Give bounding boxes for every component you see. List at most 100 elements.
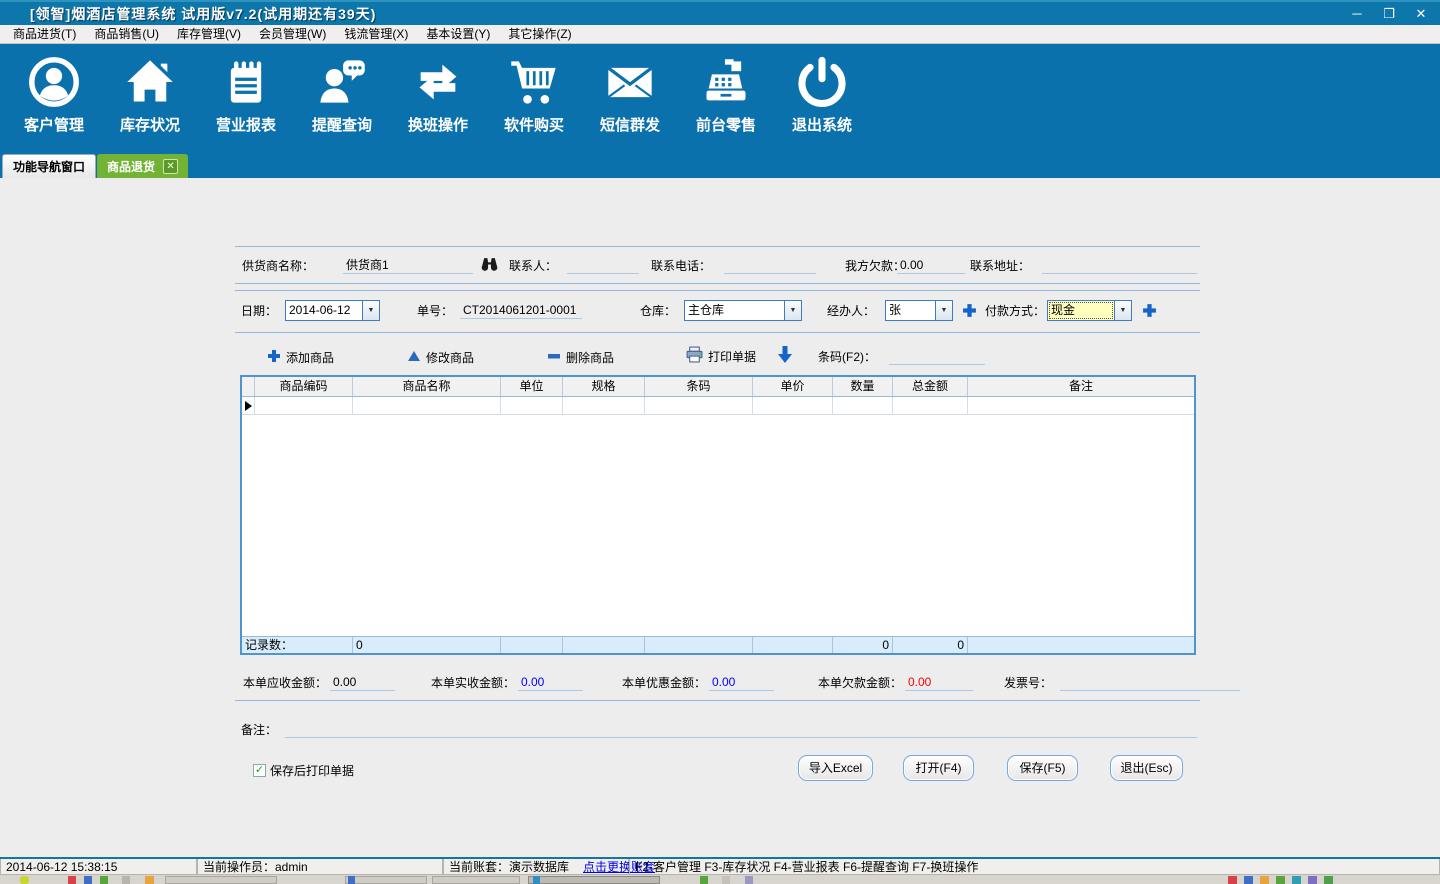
taskbar-icon[interactable] xyxy=(100,876,108,884)
taskbar-icon[interactable] xyxy=(84,876,92,884)
menu-item-inventory[interactable]: 库存管理(V) xyxy=(168,26,250,43)
minus-icon xyxy=(547,349,561,366)
warehouse-select[interactable]: 主仓库 ▼ xyxy=(684,300,802,321)
taskbar-task-button[interactable] xyxy=(345,876,427,884)
menu-item-purchase[interactable]: 商品进货(T) xyxy=(4,26,85,43)
taskbar-icon[interactable] xyxy=(145,876,154,884)
taskbar-tray-icon[interactable] xyxy=(1228,876,1237,884)
payment-method-select[interactable]: 现金 ▼ xyxy=(1047,300,1132,321)
add-payment-method-icon[interactable] xyxy=(1142,303,1157,318)
address-field[interactable] xyxy=(1042,257,1197,274)
col-header-spec[interactable]: 规格 xyxy=(563,377,645,396)
toolbar-button-inventory-status[interactable]: 库存状况 xyxy=(102,44,198,148)
status-bar: 2014-06-12 15:38:15 当前操作员：admin 当前账套：演示数… xyxy=(0,857,1440,875)
menu-item-other[interactable]: 其它操作(Z) xyxy=(499,26,580,43)
table-header-row: 商品编码 商品名称 单位 规格 条码 单价 数量 总金额 备注 xyxy=(242,377,1194,397)
save-button[interactable]: 保存(F5) xyxy=(1007,755,1078,781)
envelope-icon xyxy=(604,54,656,110)
add-operator-icon[interactable] xyxy=(962,303,977,318)
print-after-save-option[interactable]: ✓ 保存后打印单据 xyxy=(253,762,354,779)
taskbar-tray-icon[interactable] xyxy=(1292,876,1301,884)
col-header-unit[interactable]: 单位 xyxy=(501,377,563,396)
col-header-remark[interactable]: 备注 xyxy=(968,377,1194,396)
triangle-up-icon xyxy=(407,349,421,366)
contact-field[interactable] xyxy=(567,257,639,274)
taskbar-icon[interactable] xyxy=(700,876,708,884)
invoice-no-field[interactable] xyxy=(1060,674,1240,691)
arrow-down-icon[interactable] xyxy=(778,346,792,366)
taskbar-icon[interactable] xyxy=(20,876,29,884)
tab-product-return[interactable]: 商品退货 ✕ xyxy=(97,154,189,178)
col-header-unit-price[interactable]: 单价 xyxy=(753,377,833,396)
delete-product-button[interactable]: 删除商品 xyxy=(547,348,614,366)
menu-item-cashflow[interactable]: 钱流管理(X) xyxy=(335,26,417,43)
discount-value[interactable]: 0.00 xyxy=(709,674,774,691)
invoice-no-label: 发票号： xyxy=(1004,676,1053,690)
taskbar-tray-icon[interactable] xyxy=(1324,876,1333,884)
toolbar-button-reminder-query[interactable]: 提醒查询 xyxy=(294,44,390,148)
menu-item-sales[interactable]: 商品销售(U) xyxy=(85,26,168,43)
print-receipt-button[interactable]: 打印单据 xyxy=(686,346,756,365)
toolbar-button-business-report[interactable]: 营业报表 xyxy=(198,44,294,148)
modify-product-button[interactable]: 修改商品 xyxy=(407,348,474,366)
col-header-barcode[interactable]: 条码 xyxy=(645,377,753,396)
remark-field[interactable] xyxy=(285,721,1197,738)
taskbar-icon[interactable] xyxy=(745,876,753,884)
operator-select[interactable]: 张 ▼ xyxy=(885,300,953,321)
taskbar-tray-icon[interactable] xyxy=(1244,876,1253,884)
date-select[interactable]: 2014-06-12 ▼ xyxy=(285,300,380,321)
tab-label: 功能导航窗口 xyxy=(13,160,86,174)
close-icon[interactable]: ✕ xyxy=(1412,6,1430,22)
col-header-product-name[interactable]: 商品名称 xyxy=(353,377,501,396)
toolbar-button-label: 客户管理 xyxy=(23,117,84,134)
table-row[interactable] xyxy=(242,397,1194,415)
tab-function-navigation[interactable]: 功能导航窗口 xyxy=(2,154,97,178)
warehouse-value: 主仓库 xyxy=(688,303,725,317)
barcode-input[interactable] xyxy=(889,348,985,365)
received-label: 本单实收金额： xyxy=(431,676,516,690)
power-icon xyxy=(796,54,848,110)
binoculars-search-icon[interactable] xyxy=(481,256,498,273)
taskbar-task-button-active[interactable] xyxy=(528,876,660,884)
tab-close-icon[interactable]: ✕ xyxy=(163,158,179,174)
checkbox-checked-icon[interactable]: ✓ xyxy=(253,764,266,777)
toolbar-button-exit-system[interactable]: 退出系统 xyxy=(774,44,870,148)
received-value[interactable]: 0.00 xyxy=(518,674,583,691)
menu-item-members[interactable]: 会员管理(W) xyxy=(250,26,335,43)
toolbar-button-shift-change[interactable]: 换班操作 xyxy=(390,44,486,148)
menu-item-settings[interactable]: 基本设置(Y) xyxy=(417,26,499,43)
cash-register-icon xyxy=(700,54,752,110)
col-header-product-code[interactable]: 商品编码 xyxy=(255,377,353,396)
phone-field[interactable] xyxy=(724,257,816,274)
taskbar-icon[interactable] xyxy=(68,876,76,884)
divider xyxy=(235,290,1200,291)
restore-icon[interactable]: ❐ xyxy=(1380,6,1398,22)
open-button[interactable]: 打开(F4) xyxy=(903,755,974,781)
taskbar-task-button[interactable] xyxy=(432,876,520,884)
toolbar-button-sms-broadcast[interactable]: 短信群发 xyxy=(582,44,678,148)
taskbar-tray-icon[interactable] xyxy=(1276,876,1285,884)
chevron-down-icon[interactable]: ▼ xyxy=(935,301,952,320)
taskbar-icon[interactable] xyxy=(122,876,130,884)
operator-value: 张 xyxy=(889,303,902,317)
supplier-name-field[interactable]: 供货商1 xyxy=(343,257,473,274)
taskbar-icon[interactable] xyxy=(722,876,730,884)
col-header-total-amount[interactable]: 总金额 xyxy=(893,377,968,396)
add-product-button[interactable]: 添加商品 xyxy=(267,348,334,366)
chevron-down-icon[interactable]: ▼ xyxy=(784,301,801,320)
col-header-quantity[interactable]: 数量 xyxy=(833,377,893,396)
toolbar-button-front-desk-retail[interactable]: 前台零售 xyxy=(678,44,774,148)
payment-method-value: 现金 xyxy=(1048,301,1114,320)
exit-button[interactable]: 退出(Esc) xyxy=(1110,755,1183,781)
chevron-down-icon[interactable]: ▼ xyxy=(362,301,379,320)
order-debt-value: 0.00 xyxy=(905,674,973,691)
toolbar-button-software-purchase[interactable]: 软件购买 xyxy=(486,44,582,148)
taskbar-tray-icon[interactable] xyxy=(1308,876,1317,884)
taskbar-task-button[interactable] xyxy=(165,876,277,884)
minimize-icon[interactable]: ─ xyxy=(1348,6,1366,21)
chevron-down-icon[interactable]: ▼ xyxy=(1114,301,1131,320)
toolbar-button-customer-mgmt[interactable]: 客户管理 xyxy=(6,44,102,148)
import-excel-button[interactable]: 导入Excel xyxy=(798,755,873,781)
toolbar-button-label: 提醒查询 xyxy=(311,117,372,134)
taskbar-tray-icon[interactable] xyxy=(1260,876,1269,884)
